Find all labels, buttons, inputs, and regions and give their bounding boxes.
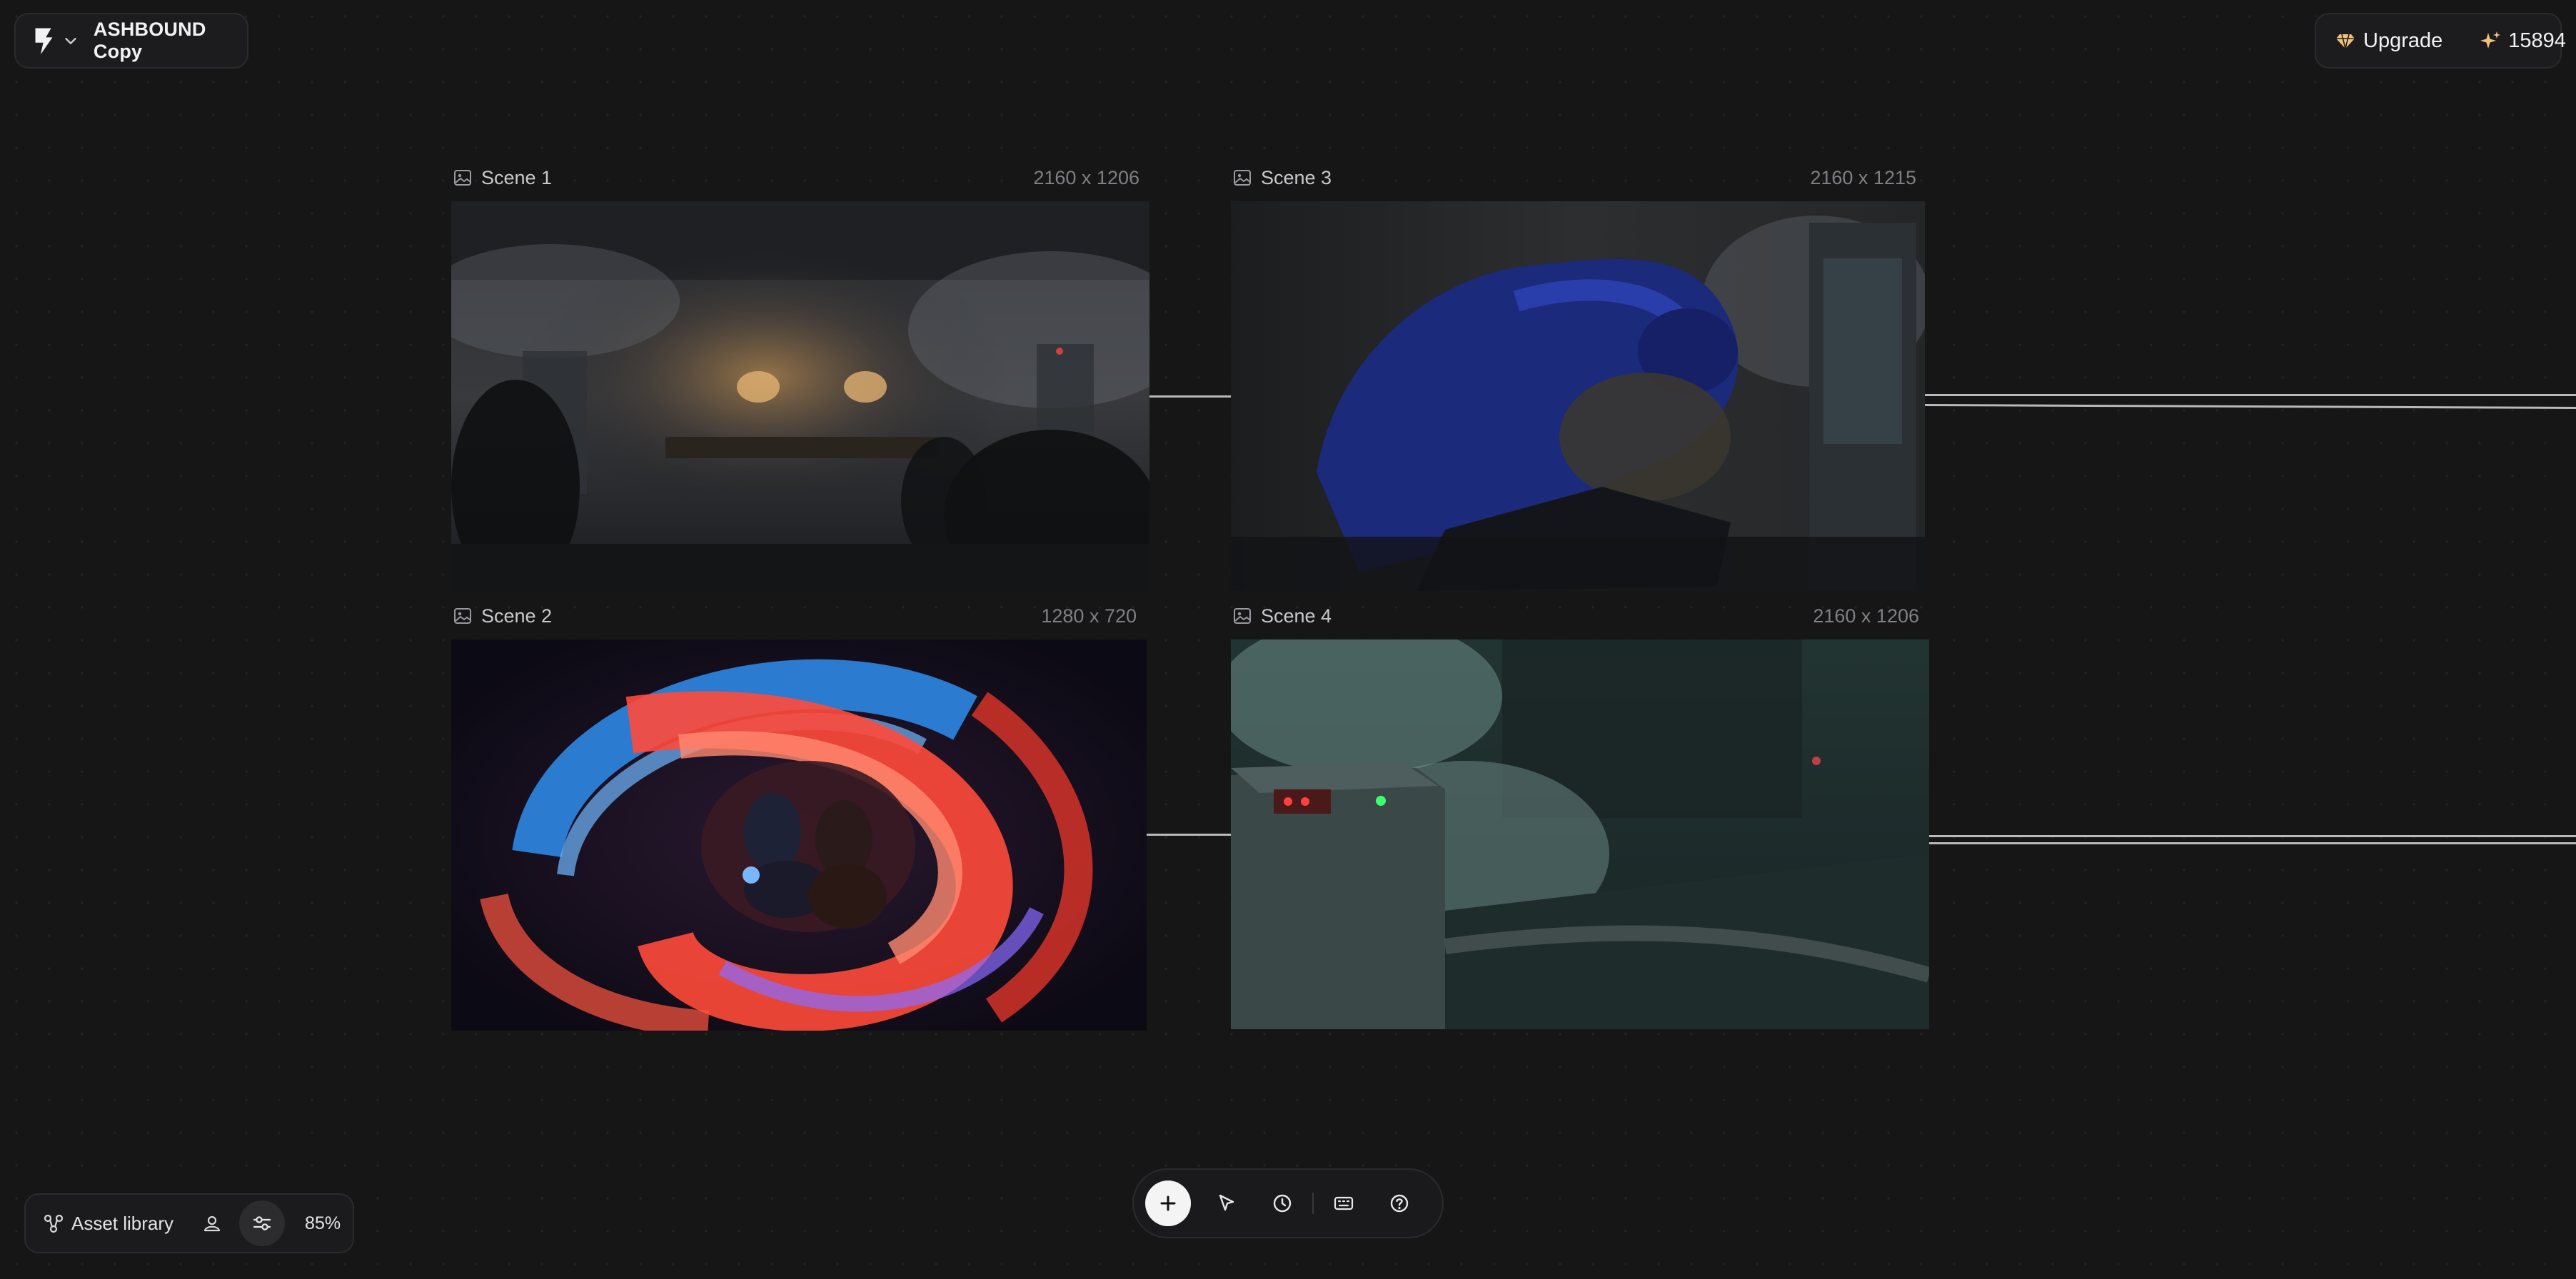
brand-logo-icon [35, 28, 53, 55]
credits-counter[interactable]: 15894 [2480, 29, 2566, 53]
scene-1-image[interactable] [451, 201, 1149, 591]
keyboard-icon [1334, 1196, 1354, 1210]
chevron-down-icon[interactable] [62, 31, 79, 50]
nodes-icon [44, 1214, 64, 1233]
asset-library-label: Asset library [71, 1212, 174, 1234]
sliders-icon [253, 1216, 271, 1230]
account-bar: Upgrade 15894 [2315, 13, 2566, 69]
upgrade-label: Upgrade [2363, 29, 2443, 52]
connector-line [1149, 395, 1231, 398]
scene-dimensions: 2160 x 1206 [1813, 605, 1919, 627]
image-icon [454, 170, 471, 186]
history-button[interactable] [1262, 1183, 1302, 1223]
asset-library-button[interactable]: Asset library [43, 1213, 173, 1235]
toolbar-divider [1312, 1193, 1314, 1214]
scene-2-header: Scene 2 1280 x 720 [453, 604, 1137, 628]
user-icon [203, 1215, 221, 1232]
canvas-toolbar [1132, 1168, 1444, 1238]
scene-dimensions: 1280 x 720 [1041, 605, 1137, 627]
help-icon [1390, 1194, 1409, 1213]
scene-name: Scene 2 [481, 605, 553, 627]
cursor-icon [1219, 1194, 1234, 1211]
help-button[interactable] [1379, 1183, 1419, 1223]
project-title: ASHBOUND Copy [93, 19, 206, 62]
clock-icon [1273, 1194, 1292, 1213]
scene-name: Scene 3 [1261, 166, 1332, 188]
connector-line [1925, 394, 2576, 396]
image-icon [1234, 170, 1251, 186]
connector-line [1929, 842, 2576, 844]
connector-line [1929, 835, 2576, 837]
scene-3-header: Scene 3 2160 x 1215 [1232, 166, 1916, 190]
scene-2-image[interactable] [451, 640, 1147, 1031]
canvas-controls: Asset library 85% [24, 1193, 354, 1253]
scene-dimensions: 2160 x 1206 [1033, 166, 1139, 188]
credits-value: 15894 [2508, 29, 2566, 52]
sparkle-icon [2480, 31, 2501, 49]
scene-3-image[interactable] [1231, 201, 1925, 591]
diamond-icon [2336, 34, 2355, 49]
scene-4-image[interactable] [1231, 640, 1929, 1029]
scene-name: Scene 1 [481, 166, 553, 188]
select-tool-button[interactable] [1207, 1183, 1247, 1223]
scene-4-header: Scene 4 2160 x 1206 [1232, 604, 1919, 628]
zoom-level[interactable]: 85% [305, 1213, 341, 1234]
user-button[interactable] [198, 1209, 226, 1238]
image-icon [1234, 608, 1251, 624]
upgrade-button[interactable]: Upgrade [2335, 29, 2442, 53]
connector-line [1147, 834, 1231, 836]
scene-name: Scene 4 [1261, 605, 1332, 627]
canvas-settings-button[interactable] [239, 1200, 286, 1246]
connector-line [1924, 404, 2576, 409]
image-icon [454, 608, 471, 624]
shortcuts-button[interactable] [1324, 1183, 1364, 1223]
add-button[interactable] [1145, 1181, 1191, 1226]
plus-icon [1160, 1195, 1176, 1211]
scene-dimensions: 2160 x 1215 [1810, 166, 1916, 188]
scene-1-header: Scene 1 2160 x 1206 [453, 166, 1139, 190]
project-menu[interactable]: ASHBOUND Copy [14, 13, 248, 69]
